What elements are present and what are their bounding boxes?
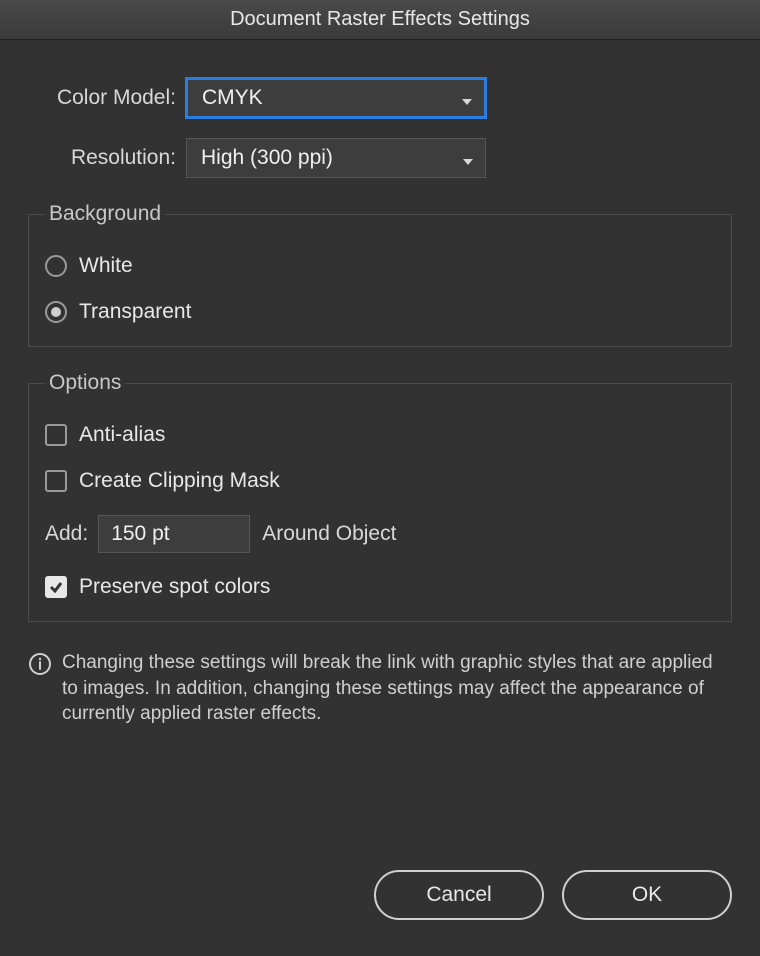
color-model-select[interactable]: CMYK	[186, 78, 486, 118]
cancel-button[interactable]: Cancel	[374, 870, 544, 920]
info-icon	[28, 652, 52, 676]
radio-transparent[interactable]	[45, 301, 67, 323]
resolution-value: High (300 ppi)	[201, 146, 333, 170]
color-model-value: CMYK	[202, 86, 263, 110]
clipping-mask-label: Create Clipping Mask	[79, 469, 280, 493]
color-model-label: Color Model:	[28, 86, 186, 110]
add-suffix-label: Around Object	[262, 522, 396, 546]
checkbox-preserve-spot[interactable]	[45, 576, 67, 598]
checkbox-clipping-mask[interactable]	[45, 470, 67, 492]
add-label: Add:	[45, 522, 88, 546]
dialog-body: Color Model: CMYK Resolution: High (300 …	[0, 40, 760, 956]
radio-transparent-label: Transparent	[79, 300, 191, 324]
background-white-row[interactable]: White	[45, 254, 715, 278]
checkbox-anti-alias[interactable]	[45, 424, 67, 446]
radio-white-label: White	[79, 254, 133, 278]
ok-button[interactable]: OK	[562, 870, 732, 920]
radio-white[interactable]	[45, 255, 67, 277]
options-fieldset: Options Anti-alias Create Clipping Mask …	[28, 371, 732, 622]
color-model-row: Color Model: CMYK	[28, 78, 732, 118]
preserve-spot-row[interactable]: Preserve spot colors	[45, 575, 715, 599]
chevron-down-icon	[461, 151, 475, 165]
anti-alias-row[interactable]: Anti-alias	[45, 423, 715, 447]
info-row: Changing these settings will break the l…	[28, 650, 732, 727]
preserve-spot-label: Preserve spot colors	[79, 575, 270, 599]
chevron-down-icon	[460, 91, 474, 105]
background-fieldset: Background White Transparent	[28, 202, 732, 347]
info-text: Changing these settings will break the l…	[62, 650, 732, 727]
resolution-select[interactable]: High (300 ppi)	[186, 138, 486, 178]
dialog-titlebar: Document Raster Effects Settings	[0, 0, 760, 40]
background-transparent-row[interactable]: Transparent	[45, 300, 715, 324]
dialog-title: Document Raster Effects Settings	[230, 8, 530, 31]
background-legend: Background	[45, 202, 165, 226]
options-legend: Options	[45, 371, 125, 395]
anti-alias-label: Anti-alias	[79, 423, 165, 447]
resolution-row: Resolution: High (300 ppi)	[28, 138, 732, 178]
dialog-button-row: Cancel OK	[374, 870, 732, 920]
resolution-label: Resolution:	[28, 146, 186, 170]
clipping-mask-row[interactable]: Create Clipping Mask	[45, 469, 715, 493]
add-around-row: Add: Around Object	[45, 515, 715, 553]
add-value-input[interactable]	[98, 515, 250, 553]
